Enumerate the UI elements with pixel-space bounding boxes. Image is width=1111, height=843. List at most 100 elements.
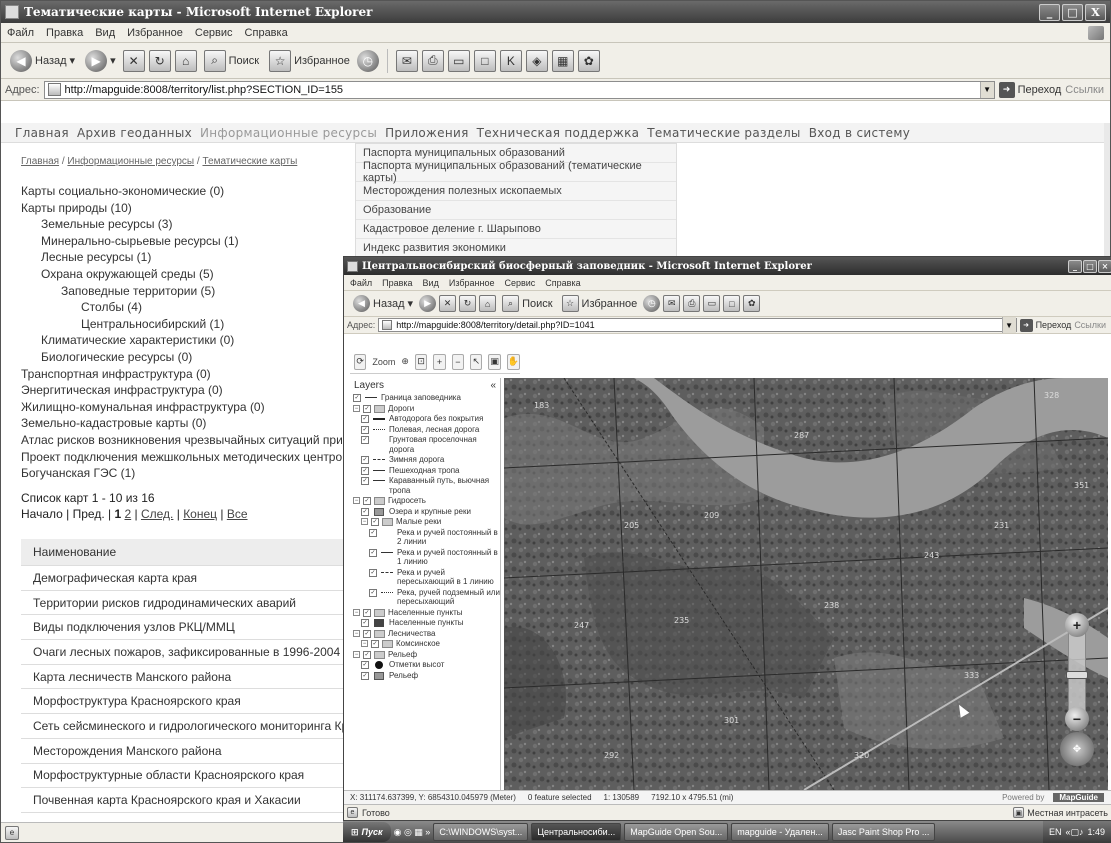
- menu-file[interactable]: Файл: [350, 278, 372, 288]
- layer-item[interactable]: ✓ Река и ручей постоянный в 1 линию: [353, 548, 500, 567]
- home-icon[interactable]: ⌂: [479, 295, 497, 312]
- nav-geodata-archive[interactable]: Архив геоданных: [77, 126, 192, 140]
- layer-item[interactable]: − ✓ Лесничества: [353, 629, 500, 639]
- favorites-button[interactable]: ☆ Избранное: [559, 290, 641, 318]
- edit-icon[interactable]: ▭: [447, 49, 470, 72]
- home-icon[interactable]: ⌂: [174, 49, 197, 72]
- menu-help[interactable]: Справка: [545, 278, 580, 288]
- go-button[interactable]: ➜ Переход: [1019, 318, 1071, 332]
- layer-checkbox[interactable]: ✓: [369, 528, 377, 537]
- layer-checkbox[interactable]: ✓: [369, 548, 377, 557]
- collapse-icon[interactable]: «: [490, 380, 496, 391]
- menu-tools[interactable]: Сервис: [195, 27, 233, 39]
- layer-checkbox[interactable]: ✓: [363, 608, 371, 617]
- tree-item[interactable]: Биологические ресурсы (0): [21, 349, 351, 366]
- history-icon[interactable]: ◷: [643, 295, 661, 312]
- menu-help[interactable]: Справка: [245, 27, 288, 39]
- collapse-toggle-icon[interactable]: −: [353, 629, 360, 637]
- links-button[interactable]: Ссылки: [1074, 320, 1106, 330]
- nav-tech-support[interactable]: Техническая поддержка: [477, 126, 640, 140]
- dropdown-item[interactable]: Месторождения полезных ископаемых: [356, 182, 676, 201]
- close-button[interactable]: ×: [1098, 259, 1111, 273]
- zoom-tool-label[interactable]: Zoom: [372, 357, 395, 367]
- favorites-button[interactable]: ☆ Избранное: [266, 47, 353, 75]
- tree-item[interactable]: Столбы (4): [21, 299, 351, 316]
- layer-item[interactable]: − ✓ Малые реки: [353, 517, 500, 527]
- discuss-icon[interactable]: □: [473, 49, 496, 72]
- layer-checkbox[interactable]: ✓: [361, 466, 369, 475]
- tree-item[interactable]: Транспортная инфраструктура (0): [21, 366, 351, 383]
- tree-item[interactable]: Атлас рисков возникновения чрезвычайных …: [21, 432, 351, 449]
- layer-checkbox[interactable]: ✓: [369, 588, 377, 597]
- collapse-toggle-icon[interactable]: −: [353, 497, 360, 504]
- print-icon[interactable]: ⎙: [683, 295, 701, 312]
- links-button[interactable]: Ссылки: [1065, 84, 1104, 96]
- layer-checkbox[interactable]: ✓: [353, 394, 361, 402]
- search-button[interactable]: ⌕ Поиск: [499, 290, 555, 318]
- taskbar-item[interactable]: C:\WINDOWS\syst...: [433, 823, 529, 841]
- pan-hand-icon[interactable]: ✋: [506, 353, 521, 370]
- table-row[interactable]: Демографическая карта края: [21, 566, 361, 591]
- table-row[interactable]: Морфоструктурные области Красноярского к…: [21, 764, 361, 789]
- layer-item[interactable]: ✓ Караванный путь, вьючная тропа: [353, 476, 500, 495]
- layer-checkbox[interactable]: ✓: [361, 456, 369, 464]
- address-input[interactable]: http://mapguide:8008/territory/detail.ph…: [378, 317, 1017, 333]
- zoom-minus-icon[interactable]: −: [1065, 707, 1089, 731]
- address-dropdown-icon[interactable]: ▼: [979, 81, 994, 98]
- layer-item[interactable]: ✓ Отметки высот: [353, 660, 500, 670]
- select-rect-icon[interactable]: ▣: [488, 353, 501, 370]
- page-prev[interactable]: Пред.: [73, 507, 105, 521]
- breadcrumb-thematic-maps[interactable]: Тематические карты: [202, 156, 297, 167]
- print-icon[interactable]: ⎙: [421, 49, 444, 72]
- edit-icon[interactable]: ▭: [703, 295, 721, 312]
- layer-item[interactable]: − ✓ Комсинское: [353, 639, 500, 649]
- layer-item[interactable]: ✓ Пешеходная тропа: [353, 466, 500, 476]
- maximize-button[interactable]: □: [1083, 259, 1097, 273]
- collapse-toggle-icon[interactable]: −: [353, 404, 360, 412]
- quicklaunch-icon[interactable]: ◉ ◎ ▦ »: [394, 827, 431, 838]
- zoom-in-icon[interactable]: +: [433, 353, 446, 370]
- layer-checkbox[interactable]: ✓: [363, 497, 371, 505]
- table-row[interactable]: Виды подключения узлов РКЦ/ММЦ: [21, 615, 361, 641]
- menu-favorites[interactable]: Избранное: [127, 27, 183, 39]
- tree-item[interactable]: Центральносибирский (1): [21, 316, 351, 333]
- layer-checkbox[interactable]: ✓: [361, 619, 369, 627]
- layer-checkbox[interactable]: ✓: [361, 507, 369, 516]
- table-row[interactable]: Морфоструктура Красноярского края: [21, 689, 361, 715]
- layer-item[interactable]: ✓ Грунтовая проселочная дорога: [353, 435, 500, 454]
- collapse-toggle-icon[interactable]: −: [361, 640, 368, 647]
- menu-file[interactable]: Файл: [7, 27, 34, 39]
- layer-item[interactable]: − ✓ Рельеф: [353, 650, 500, 660]
- refresh-icon[interactable]: ↻: [148, 49, 171, 72]
- page-all-link[interactable]: Все: [227, 507, 248, 521]
- breadcrumb-home[interactable]: Главная: [21, 156, 59, 167]
- layer-checkbox[interactable]: ✓: [361, 436, 369, 444]
- taskbar-item[interactable]: mapguide - Удален...: [731, 823, 829, 841]
- table-row[interactable]: Территории рисков гидродинамических авар…: [21, 591, 361, 616]
- dropdown-item[interactable]: Паспорта муниципальных образований (тема…: [356, 160, 676, 184]
- table-row[interactable]: Сеть сейсминеского и гидрологического мо…: [21, 714, 361, 739]
- people-icon[interactable]: ✿: [743, 295, 761, 312]
- tray-icons[interactable]: «▢♪: [1065, 827, 1083, 838]
- zoom-out-icon[interactable]: −: [451, 353, 465, 370]
- address-dropdown-icon[interactable]: ▼: [1001, 317, 1016, 333]
- layer-item[interactable]: ✓ Автодорога без покрытия: [353, 414, 500, 424]
- layer-checkbox[interactable]: ✓: [361, 661, 369, 669]
- menu-favorites[interactable]: Избранное: [449, 278, 495, 288]
- mail-icon[interactable]: ✉: [663, 295, 681, 312]
- go-button[interactable]: ➜ Переход: [998, 81, 1061, 98]
- nav-login[interactable]: Вход в систему: [809, 126, 910, 140]
- layer-checkbox[interactable]: ✓: [361, 477, 369, 485]
- zoom-rect-icon[interactable]: ⊡: [414, 353, 428, 370]
- menu-view[interactable]: Вид: [95, 27, 115, 39]
- menu-tools[interactable]: Сервис: [504, 278, 535, 288]
- layer-item[interactable]: − ✓ Населенные пункты: [353, 608, 500, 618]
- stop-icon[interactable]: ✕: [122, 49, 145, 72]
- layer-item[interactable]: ✓ Граница заповедника: [353, 393, 500, 403]
- table-row[interactable]: Месторождения Манского района: [21, 739, 361, 764]
- tree-item[interactable]: Проект подключения межшкольных методичес…: [21, 449, 351, 466]
- collapse-toggle-icon[interactable]: −: [361, 518, 368, 525]
- page-2-link[interactable]: 2: [124, 507, 131, 521]
- layer-checkbox[interactable]: ✓: [363, 650, 371, 659]
- zoom-slider-handle[interactable]: [1066, 671, 1088, 679]
